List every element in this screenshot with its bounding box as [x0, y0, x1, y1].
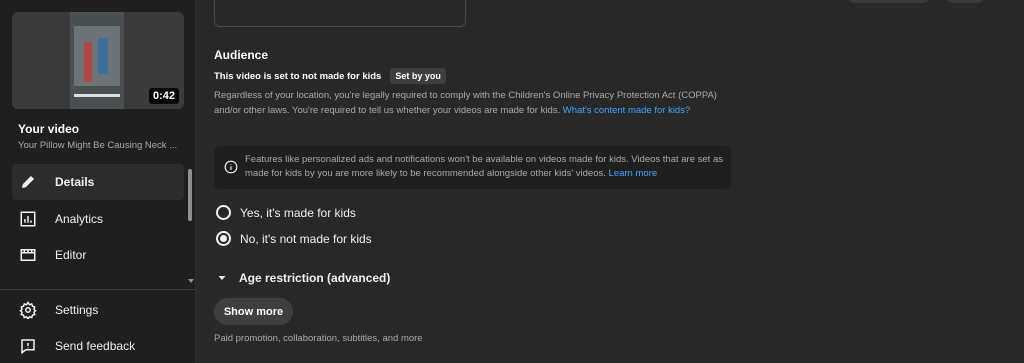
video-thumbnail[interactable]: 0:42 — [12, 12, 184, 109]
sidebar-item-label: Analytics — [55, 212, 104, 226]
description-box-edge[interactable] — [214, 0, 466, 27]
video-title: Your Pillow Might Be Causing Neck ... — [18, 140, 178, 151]
set-by-you-badge: Set by you — [390, 68, 446, 84]
scroll-down-arrow-icon[interactable] — [188, 279, 194, 283]
audience-status-text: This video is set to not made for kids — [214, 70, 382, 82]
radio-checked-icon[interactable] — [216, 231, 231, 246]
thumbnail-frame — [70, 12, 124, 109]
chevron-down-icon — [218, 276, 226, 280]
gear-icon — [18, 300, 38, 320]
age-restriction-label[interactable]: Age restriction (advanced) — [239, 271, 390, 285]
info-banner-text: Features like personalized ads and notif… — [245, 153, 725, 181]
sidebar-divider — [0, 289, 196, 290]
top-action-button[interactable] — [846, 0, 932, 3]
show-more-button[interactable]: Show more — [214, 298, 293, 325]
sidebar: 0:42 Your video Your Pillow Might Be Cau… — [0, 0, 196, 363]
sidebar-scrollbar[interactable] — [188, 169, 192, 221]
audience-status: This video is set to not made for kids S… — [214, 68, 446, 84]
learn-more-link[interactable]: Learn more — [609, 168, 658, 179]
editor-icon — [18, 245, 38, 265]
radio-unchecked-icon[interactable] — [216, 205, 231, 220]
sidebar-item-label: Details — [55, 175, 95, 189]
age-restriction-toggle[interactable]: Age restriction (advanced) — [216, 271, 390, 285]
audience-heading: Audience — [214, 48, 269, 62]
sidebar-item-label: Editor — [55, 248, 87, 262]
sidebar-item-details[interactable]: Details — [12, 164, 184, 200]
analytics-icon — [18, 209, 38, 229]
your-video-label: Your video — [18, 122, 80, 136]
info-icon — [224, 160, 238, 174]
pencil-icon — [18, 172, 38, 192]
content-made-for-kids-link[interactable]: What's content made for kids? — [563, 105, 691, 116]
sidebar-item-label: Send feedback — [55, 339, 136, 353]
show-more-caption: Paid promotion, collaboration, subtitles… — [214, 333, 423, 344]
radio-label[interactable]: Yes, it's made for kids — [240, 206, 356, 220]
sidebar-item-editor[interactable]: Editor — [12, 237, 184, 273]
audience-description: Regardless of your location, you're lega… — [214, 88, 734, 118]
sidebar-item-label: Settings — [55, 303, 99, 317]
radio-made-for-kids-yes[interactable]: Yes, it's made for kids — [216, 205, 356, 220]
feedback-icon — [18, 336, 38, 356]
video-duration: 0:42 — [148, 88, 179, 104]
sidebar-item-send-feedback[interactable]: Send feedback — [12, 328, 184, 363]
sidebar-item-settings[interactable]: Settings — [12, 292, 184, 328]
info-banner: Features like personalized ads and notif… — [214, 146, 731, 189]
radio-label[interactable]: No, it's not made for kids — [240, 232, 372, 246]
top-action-button-secondary[interactable] — [944, 0, 986, 3]
radio-made-for-kids-no[interactable]: No, it's not made for kids — [216, 231, 372, 246]
sidebar-item-analytics[interactable]: Analytics — [12, 201, 184, 237]
